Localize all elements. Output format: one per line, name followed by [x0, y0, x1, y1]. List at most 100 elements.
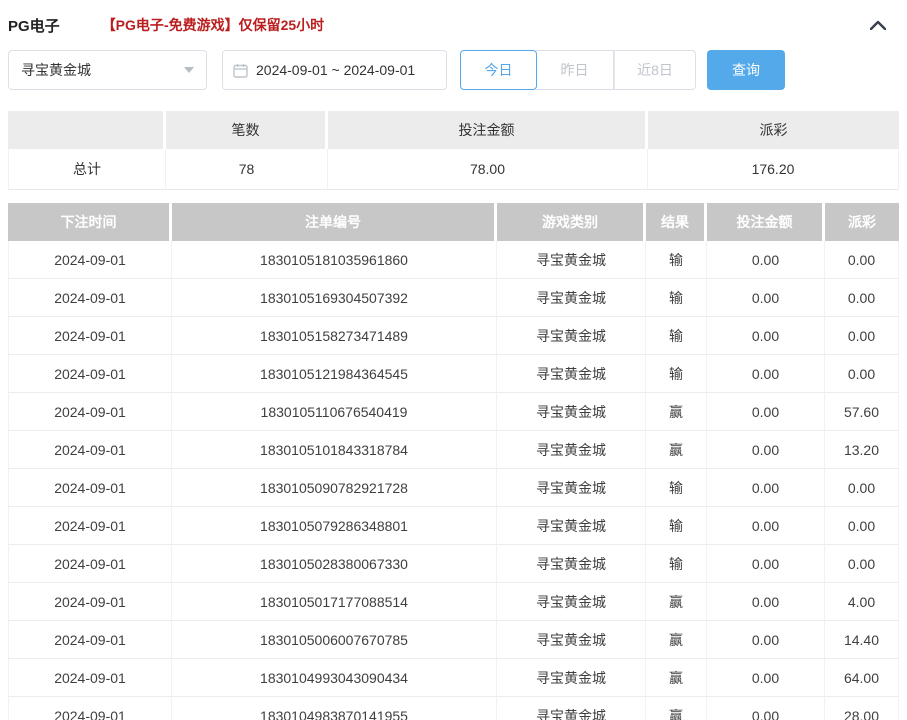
- cell-bet-time: 2024-09-01: [8, 317, 172, 355]
- cell-bet-amount: 0.00: [707, 317, 825, 355]
- top-bar: PG电子 【PG电子-免费游戏】仅保留25小时: [8, 12, 899, 38]
- cell-payout: 0.00: [825, 507, 899, 545]
- summary-col-bet-amount: 投注金额: [328, 111, 648, 149]
- table-row: 2024-09-01 1830105181035961860 寻宝黄金城 输 0…: [8, 241, 899, 279]
- table-row: 2024-09-01 1830104983870141955 寻宝黄金城 赢 0…: [8, 697, 899, 720]
- summary-total-payout: 176.20: [648, 149, 899, 190]
- cell-bet-time: 2024-09-01: [8, 507, 172, 545]
- game-select-value: 寻宝黄金城: [21, 60, 91, 80]
- cell-bet-time: 2024-09-01: [8, 241, 172, 279]
- col-bet-amount: 投注金额: [707, 203, 825, 241]
- cell-order-id: 1830104993043090434: [172, 659, 497, 697]
- cell-bet-amount: 0.00: [707, 393, 825, 431]
- table-row: 2024-09-01 1830105169304507392 寻宝黄金城 输 0…: [8, 279, 899, 317]
- col-bet-time: 下注时间: [8, 203, 172, 241]
- filter-bar: 寻宝黄金城 2024-09-01 ~ 2024-09-01 今日 昨日 近8日 …: [8, 50, 899, 90]
- cell-game-type: 寻宝黄金城: [497, 241, 646, 279]
- date-range-input[interactable]: 2024-09-01 ~ 2024-09-01: [222, 50, 447, 90]
- page: PG电子 【PG电子-免费游戏】仅保留25小时 寻宝黄金城 2024-09-01…: [0, 12, 907, 720]
- col-game-type: 游戏类别: [497, 203, 646, 241]
- cell-order-id: 1830104983870141955: [172, 697, 497, 720]
- cell-payout: 0.00: [825, 279, 899, 317]
- cell-bet-amount: 0.00: [707, 279, 825, 317]
- cell-game-type: 寻宝黄金城: [497, 431, 646, 469]
- cell-result: 赢: [646, 659, 707, 697]
- table-row: 2024-09-01 1830105028380067330 寻宝黄金城 输 0…: [8, 545, 899, 583]
- cell-game-type: 寻宝黄金城: [497, 469, 646, 507]
- page-title: PG电子: [8, 15, 60, 36]
- cell-order-id: 1830105101843318784: [172, 431, 497, 469]
- col-order-id: 注单编号: [172, 203, 497, 241]
- cell-order-id: 1830105121984364545: [172, 355, 497, 393]
- summary-col-count: 笔数: [166, 111, 328, 149]
- cell-payout: 13.20: [825, 431, 899, 469]
- cell-bet-amount: 0.00: [707, 431, 825, 469]
- cell-game-type: 寻宝黄金城: [497, 317, 646, 355]
- table-row: 2024-09-01 1830105110676540419 寻宝黄金城 赢 0…: [8, 393, 899, 431]
- cell-bet-time: 2024-09-01: [8, 393, 172, 431]
- cell-bet-time: 2024-09-01: [8, 659, 172, 697]
- cell-payout: 4.00: [825, 583, 899, 621]
- cell-payout: 0.00: [825, 469, 899, 507]
- cell-payout: 64.00: [825, 659, 899, 697]
- today-button[interactable]: 今日: [460, 50, 537, 90]
- cell-bet-amount: 0.00: [707, 507, 825, 545]
- summary-header-row: 笔数 投注金额 派彩: [8, 111, 899, 149]
- cell-bet-time: 2024-09-01: [8, 279, 172, 317]
- cell-payout: 0.00: [825, 355, 899, 393]
- summary-total-row: 总计 78 78.00 176.20: [8, 149, 899, 190]
- cell-game-type: 寻宝黄金城: [497, 583, 646, 621]
- cell-game-type: 寻宝黄金城: [497, 621, 646, 659]
- cell-order-id: 1830105028380067330: [172, 545, 497, 583]
- cell-bet-time: 2024-09-01: [8, 355, 172, 393]
- cell-bet-amount: 0.00: [707, 355, 825, 393]
- cell-bet-amount: 0.00: [707, 469, 825, 507]
- game-select[interactable]: 寻宝黄金城: [8, 50, 207, 90]
- cell-result: 输: [646, 317, 707, 355]
- cell-payout: 0.00: [825, 241, 899, 279]
- table-row: 2024-09-01 1830105121984364545 寻宝黄金城 输 0…: [8, 355, 899, 393]
- cell-result: 输: [646, 507, 707, 545]
- table-row: 2024-09-01 1830105158273471489 寻宝黄金城 输 0…: [8, 317, 899, 355]
- chevron-up-icon: [870, 20, 886, 30]
- cell-game-type: 寻宝黄金城: [497, 697, 646, 720]
- cell-bet-time: 2024-09-01: [8, 583, 172, 621]
- records-header-row: 下注时间 注单编号 游戏类别 结果 投注金额 派彩: [8, 203, 899, 241]
- notice-text: 【PG电子-免费游戏】仅保留25小时: [102, 15, 324, 35]
- col-result: 结果: [646, 203, 707, 241]
- cell-game-type: 寻宝黄金城: [497, 659, 646, 697]
- table-row: 2024-09-01 1830105090782921728 寻宝黄金城 输 0…: [8, 469, 899, 507]
- cell-game-type: 寻宝黄金城: [497, 355, 646, 393]
- cell-order-id: 1830105006007670785: [172, 621, 497, 659]
- cell-bet-amount: 0.00: [707, 697, 825, 720]
- cell-payout: 0.00: [825, 545, 899, 583]
- cell-bet-amount: 0.00: [707, 621, 825, 659]
- cell-bet-time: 2024-09-01: [8, 431, 172, 469]
- cell-game-type: 寻宝黄金城: [497, 545, 646, 583]
- records-table: 下注时间 注单编号 游戏类别 结果 投注金额 派彩 2024-09-01 183…: [8, 203, 899, 720]
- cell-result: 输: [646, 241, 707, 279]
- date-range-value: 2024-09-01 ~ 2024-09-01: [256, 62, 415, 78]
- cell-result: 赢: [646, 583, 707, 621]
- cell-game-type: 寻宝黄金城: [497, 507, 646, 545]
- col-payout: 派彩: [825, 203, 899, 241]
- cell-bet-time: 2024-09-01: [8, 469, 172, 507]
- cell-game-type: 寻宝黄金城: [497, 393, 646, 431]
- cell-order-id: 1830105110676540419: [172, 393, 497, 431]
- table-row: 2024-09-01 1830105101843318784 寻宝黄金城 赢 0…: [8, 431, 899, 469]
- summary-total-count: 78: [166, 149, 328, 190]
- summary-total-label: 总计: [8, 149, 166, 190]
- cell-order-id: 1830105079286348801: [172, 507, 497, 545]
- cell-payout: 0.00: [825, 317, 899, 355]
- cell-bet-amount: 0.00: [707, 659, 825, 697]
- cell-result: 输: [646, 279, 707, 317]
- cell-order-id: 1830105181035961860: [172, 241, 497, 279]
- cell-result: 赢: [646, 393, 707, 431]
- last-8-days-button[interactable]: 近8日: [614, 50, 696, 90]
- cell-result: 输: [646, 469, 707, 507]
- search-button[interactable]: 查询: [707, 50, 785, 90]
- yesterday-button[interactable]: 昨日: [536, 50, 614, 90]
- cell-result: 输: [646, 355, 707, 393]
- cell-order-id: 1830105158273471489: [172, 317, 497, 355]
- collapse-panel-button[interactable]: [867, 14, 889, 36]
